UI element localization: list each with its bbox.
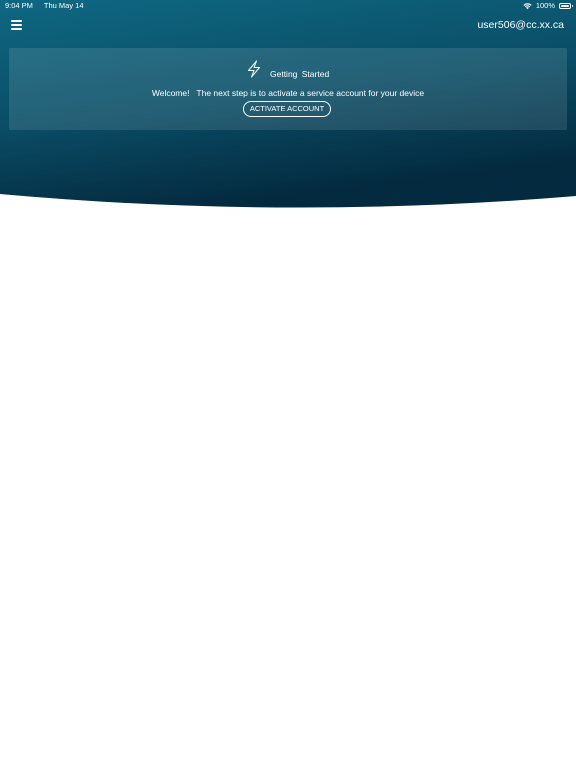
activate-account-button[interactable]: ACTIVATE ACCOUNT	[243, 101, 331, 117]
battery-icon	[559, 3, 573, 9]
user-email[interactable]: user506@cc.xx.ca	[477, 18, 564, 32]
getting-started-card: Getting Started Welcome! The next step i…	[9, 48, 567, 130]
battery-percent: 100%	[535, 1, 555, 10]
card-title: Getting Started	[270, 69, 330, 79]
battery-tip	[571, 5, 573, 7]
battery-fill	[561, 5, 569, 7]
status-date: Thu May 14	[43, 1, 84, 10]
menu-bar-middle	[11, 24, 22, 26]
status-bar: 9:04 PM Thu May 14 100%	[0, 0, 576, 12]
status-left: 9:04 PM Thu May 14	[5, 0, 93, 12]
menu-bar-top	[11, 20, 22, 22]
wifi-icon	[523, 3, 532, 10]
status-right: 100%	[523, 0, 573, 12]
welcome-message: Welcome! The next step is to activate a …	[151, 88, 425, 98]
hamburger-menu-icon[interactable]	[10, 18, 24, 32]
status-time: 9:04 PM	[5, 1, 33, 10]
app-screen: 9:04 PM Thu May 14 100% user506@cc.xx.ca…	[0, 0, 576, 768]
lightning-bolt-icon	[248, 60, 260, 78]
menu-bar-bottom	[11, 28, 22, 30]
